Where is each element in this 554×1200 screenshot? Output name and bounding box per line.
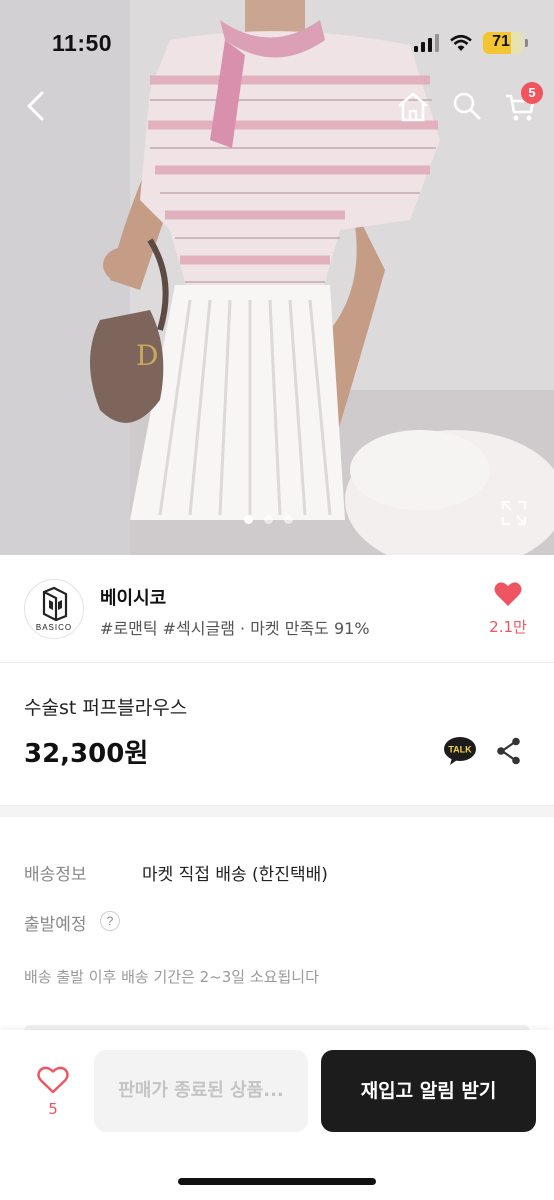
search-button[interactable] [449, 88, 485, 124]
product-info: 수술st 퍼프블라우스 32,300원 TALK [0, 663, 554, 805]
gallery-dot[interactable] [264, 515, 273, 524]
share-icon [497, 737, 520, 765]
gallery-dot[interactable] [284, 515, 293, 524]
section-divider [0, 805, 554, 817]
restock-alert-button[interactable]: 재입고 알림 받기 [321, 1050, 536, 1132]
seller-logo-text: BASICO [35, 623, 73, 632]
question-icon[interactable]: ? [100, 911, 120, 931]
home-icon [398, 92, 428, 122]
product-like-count: 5 [48, 1100, 58, 1118]
home-indicator [178, 1178, 376, 1185]
gallery-pagination [244, 515, 293, 524]
kakao-talk-label: TALK [448, 745, 472, 755]
battery-indicator: 71 [483, 32, 523, 54]
product-like-button[interactable] [34, 1066, 72, 1098]
share-button[interactable] [494, 736, 524, 766]
cellular-signal-icon [414, 34, 439, 52]
seller-section[interactable]: BASICO 베이시코 #로맨틱 #섹시글램 · 마켓 만족도 91% 2.1만 [0, 555, 554, 663]
svg-text:D: D [136, 339, 158, 372]
chevron-left-icon [27, 91, 44, 121]
seller-like-count: 2.1만 [489, 618, 527, 636]
status-time: 11:50 [52, 30, 113, 56]
battery-level: 71 [492, 33, 510, 50]
status-indicators: 71 [414, 32, 528, 54]
product-image-gallery[interactable]: D 11:50 71 5 [0, 0, 554, 555]
wifi-icon [450, 34, 472, 51]
shipping-note: 배송 출발 이후 배송 기간은 2~3일 소요됩니다 [24, 968, 319, 986]
product-photo: D [0, 0, 554, 555]
expand-icon [501, 500, 527, 526]
sold-out-button[interactable]: 판매가 종료된 상품... [94, 1050, 308, 1132]
heart-outline-icon [37, 1066, 69, 1094]
departure-label: 출발예정 [24, 915, 87, 935]
product-price: 32,300원 [24, 739, 149, 769]
seller-like-button[interactable] [488, 581, 528, 611]
back-button[interactable] [18, 88, 54, 124]
seller-logo[interactable]: BASICO [24, 579, 84, 639]
product-title: 수술st 퍼프블라우스 [24, 697, 188, 719]
gallery-dot[interactable] [244, 515, 253, 524]
bottom-action-bar: 5 판매가 종료된 상품... 재입고 알림 받기 [0, 1030, 554, 1200]
search-icon [453, 92, 481, 120]
seller-tags: #로맨틱 #섹시글램 · 마켓 만족도 91% [100, 619, 370, 638]
expand-image-button[interactable] [499, 498, 529, 528]
seller-name[interactable]: 베이시코 [100, 584, 166, 610]
kakao-talk-button[interactable]: TALK [443, 736, 477, 766]
home-button[interactable] [394, 88, 432, 126]
shipping-label: 배송정보 [24, 865, 87, 885]
shipping-value: 마켓 직접 배송 (한진택배) [142, 865, 328, 885]
heart-icon [494, 582, 522, 606]
cart-count-badge: 5 [521, 82, 543, 104]
kakao-talk-icon: TALK [444, 737, 476, 765]
